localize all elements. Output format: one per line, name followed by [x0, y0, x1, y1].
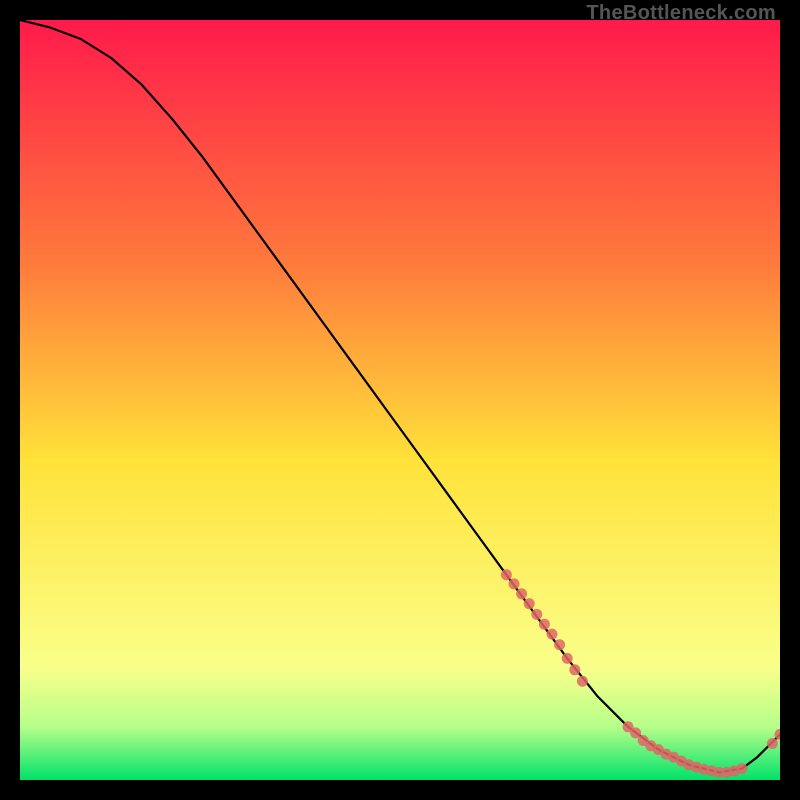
data-point	[554, 639, 565, 650]
chart-svg	[20, 20, 780, 780]
plot-area	[20, 20, 780, 780]
data-point	[501, 569, 512, 580]
data-point	[562, 653, 573, 664]
data-point	[539, 619, 550, 630]
data-point	[767, 738, 778, 749]
gradient-background	[20, 20, 780, 780]
data-point	[509, 578, 520, 589]
data-point	[547, 629, 558, 640]
data-point	[577, 676, 588, 687]
data-point	[531, 609, 542, 620]
data-point	[737, 763, 748, 774]
data-point	[569, 664, 580, 675]
data-point	[516, 588, 527, 599]
chart-frame: TheBottleneck.com	[0, 0, 800, 800]
data-point	[524, 598, 535, 609]
